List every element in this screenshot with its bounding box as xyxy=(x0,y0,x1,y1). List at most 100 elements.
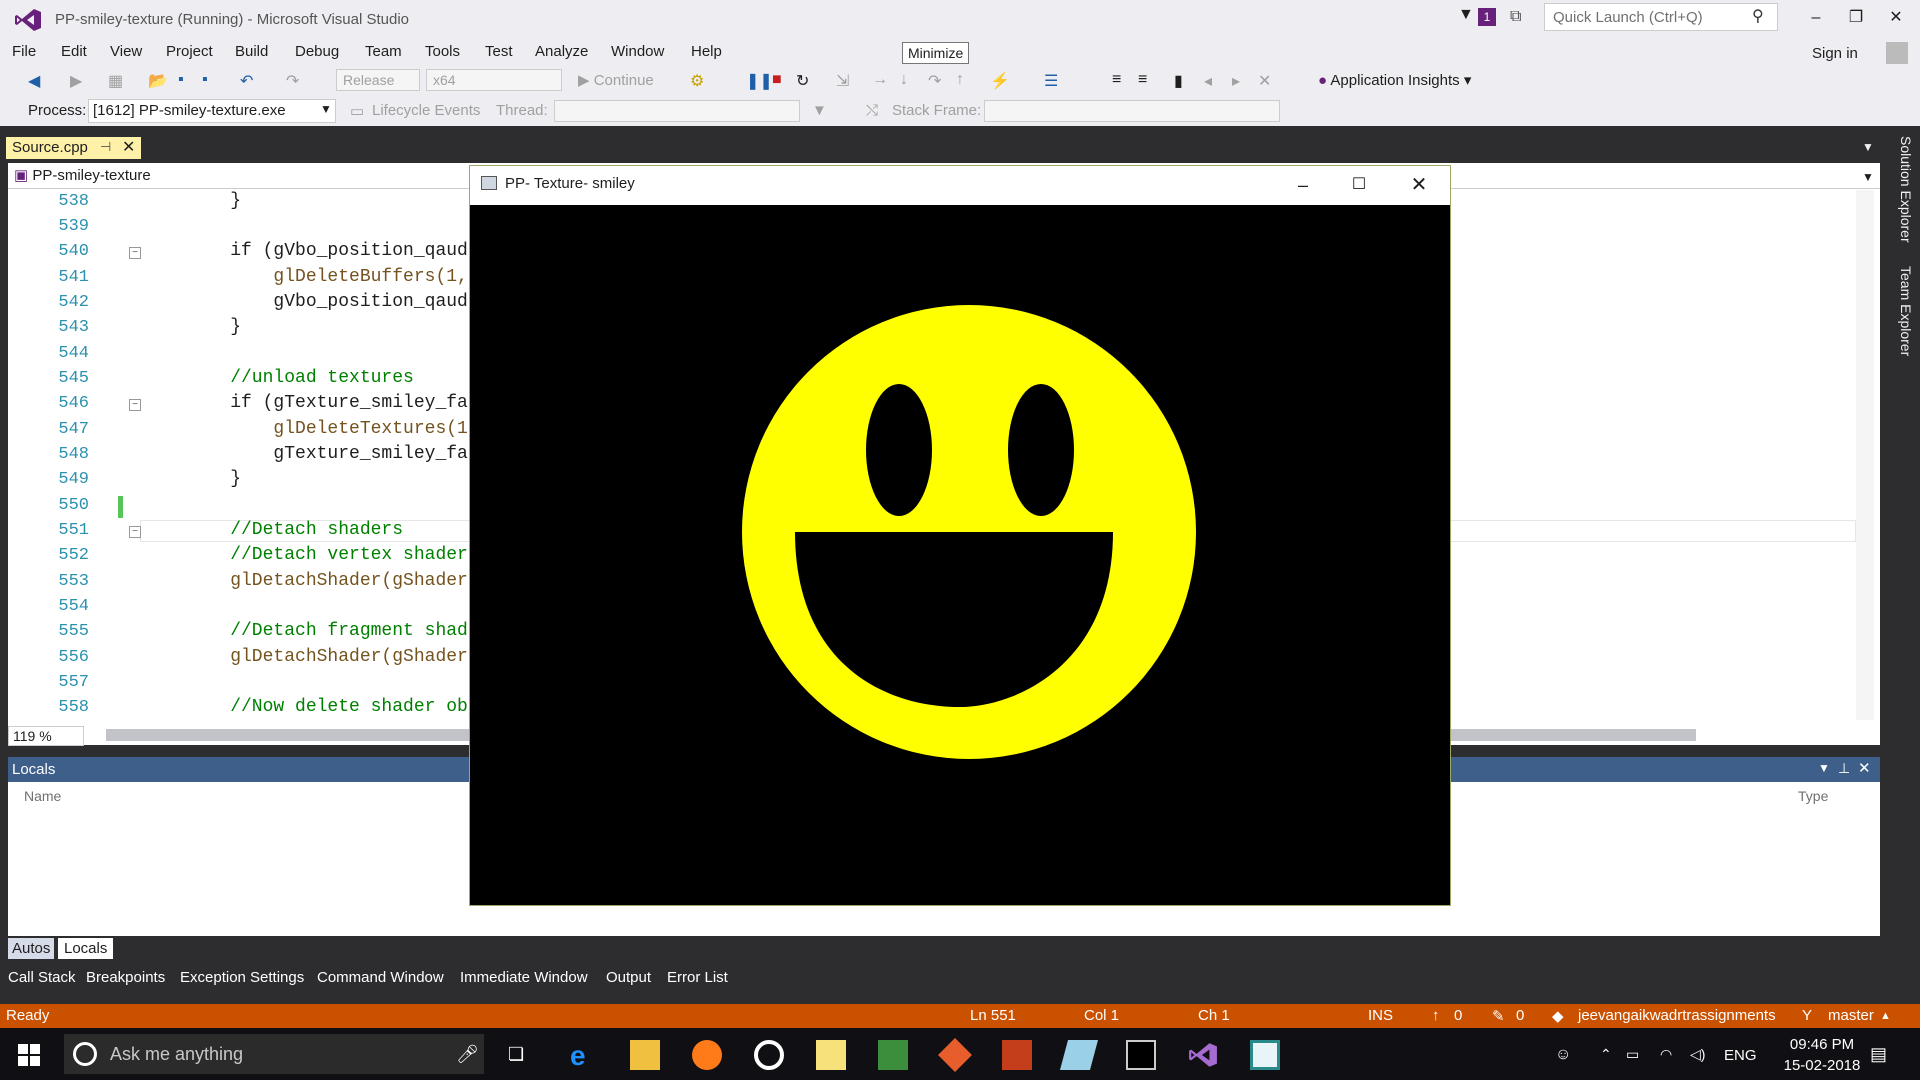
firefox-icon[interactable] xyxy=(692,1040,722,1070)
restart-icon[interactable]: ↻ xyxy=(796,71,809,91)
sign-in-link[interactable]: Sign in xyxy=(1812,45,1858,62)
navigate-back-icon[interactable]: ◀ xyxy=(28,71,40,91)
open-file-icon[interactable]: 📂 xyxy=(148,71,168,91)
opengl-close-button[interactable]: ✕ xyxy=(1396,170,1442,200)
opengl-maximize-button[interactable]: ☐ xyxy=(1338,170,1380,200)
step-over-icon[interactable]: ↓ xyxy=(900,71,908,89)
sticky-notes-icon[interactable] xyxy=(816,1040,846,1070)
action-center-icon[interactable]: ▤ xyxy=(1870,1044,1887,1065)
break-all-icon[interactable]: ❚❚ xyxy=(746,71,773,91)
menu-project[interactable]: Project xyxy=(166,43,213,60)
pin-icon[interactable]: ⊥ xyxy=(1838,760,1850,777)
team-explorer-tab[interactable]: Team Explorer xyxy=(1888,266,1914,356)
opengl-canvas[interactable] xyxy=(470,205,1450,905)
wifi-icon[interactable]: ◠ xyxy=(1660,1046,1672,1063)
pushes-count[interactable]: 0 xyxy=(1454,1007,1462,1024)
microphone-icon[interactable]: 🎤︎ xyxy=(456,1044,479,1065)
step-into-icon[interactable]: → xyxy=(872,71,888,89)
repository-name[interactable]: jeevangaikwadrtrassignments xyxy=(1578,1007,1776,1024)
stack-frame-select[interactable] xyxy=(984,100,1280,122)
stop-debugging-icon[interactable]: ■ xyxy=(772,71,782,89)
project-dropdown[interactable]: ▣ PP-smiley-texture xyxy=(14,166,151,184)
indent-icon[interactable]: ≡ xyxy=(1112,71,1121,89)
tab-output[interactable]: Output xyxy=(606,969,651,986)
column-header-name[interactable]: Name xyxy=(24,788,61,804)
edge-icon[interactable]: e xyxy=(570,1040,600,1071)
tab-call-stack[interactable]: Call Stack xyxy=(8,969,76,986)
battery-icon[interactable]: ▭ xyxy=(1626,1046,1639,1063)
solution-platform-select[interactable]: x64 xyxy=(426,69,562,91)
pencil-icon[interactable]: ✎ xyxy=(1492,1007,1505,1025)
save-icon[interactable]: ▪ xyxy=(178,71,184,89)
opengl-minimize-button[interactable]: – xyxy=(1282,170,1324,200)
close-button[interactable]: ✕ xyxy=(1876,4,1916,32)
continue-button[interactable]: ▶ Continue xyxy=(578,71,654,89)
tab-command-window[interactable]: Command Window xyxy=(317,969,444,986)
show-hidden-icons-icon[interactable]: ⌃ xyxy=(1600,1046,1612,1063)
new-project-icon[interactable]: ▦ xyxy=(108,71,123,91)
tab-exception-settings[interactable]: Exception Settings xyxy=(180,969,304,986)
menu-file[interactable]: File xyxy=(12,43,36,60)
chevron-down-icon[interactable]: ▼ xyxy=(1862,170,1874,184)
zoom-select[interactable]: 119 % xyxy=(8,726,84,746)
prev-bookmark-icon[interactable]: ◂ xyxy=(1204,71,1212,91)
solution-configuration-select[interactable]: Release xyxy=(336,69,420,91)
collapse-icon[interactable]: − xyxy=(129,247,141,259)
close-icon[interactable]: ✕ xyxy=(1858,759,1871,777)
media-player-icon[interactable] xyxy=(754,1040,784,1070)
outdent-icon[interactable]: ≡ xyxy=(1138,71,1147,89)
people-icon[interactable]: ☺ xyxy=(1555,1046,1571,1064)
restore-button[interactable]: ❐ xyxy=(1836,4,1876,32)
task-view-icon[interactable]: ❏ xyxy=(508,1044,524,1065)
branch-icon[interactable]: Y xyxy=(1802,1007,1812,1024)
comment-icon[interactable]: ☰ xyxy=(1044,71,1058,91)
collapse-icon[interactable]: − xyxy=(129,399,141,411)
tab-breakpoints[interactable]: Breakpoints xyxy=(86,969,165,986)
menu-view[interactable]: View xyxy=(110,43,142,60)
tab-locals[interactable]: Locals xyxy=(58,938,114,959)
hot-reload-icon[interactable]: ⚡ xyxy=(990,71,1010,91)
tab-immediate-window[interactable]: Immediate Window xyxy=(460,969,588,986)
undo-icon[interactable]: ↶ xyxy=(240,71,253,91)
volume-icon[interactable]: ◁) xyxy=(1690,1046,1705,1063)
step-up-icon[interactable]: ↑ xyxy=(956,71,964,89)
pushes-icon[interactable]: ↑ xyxy=(1432,1007,1440,1024)
menu-analyze[interactable]: Analyze xyxy=(535,43,588,60)
show-next-statement-icon[interactable]: ⇲ xyxy=(836,71,849,91)
application-insights-button[interactable]: ● Application Insights ▾ xyxy=(1318,71,1471,89)
menu-window[interactable]: Window xyxy=(611,43,664,60)
next-bookmark-icon[interactable]: ▸ xyxy=(1232,71,1240,91)
clear-bookmarks-icon[interactable]: ✕ xyxy=(1258,71,1271,91)
chevron-down-icon[interactable]: ▼ xyxy=(320,102,332,116)
feedback-icon[interactable]: ⧉ xyxy=(1510,8,1521,26)
chevron-down-icon[interactable]: ▼ xyxy=(1818,761,1830,775)
bookmark-icon[interactable]: ▮ xyxy=(1174,71,1183,91)
redo-icon[interactable]: ↷ xyxy=(286,71,299,91)
thread-select[interactable] xyxy=(554,100,800,122)
chart-app-icon[interactable] xyxy=(878,1040,908,1070)
chevron-down-icon[interactable]: ▼ xyxy=(1862,140,1874,154)
file-explorer-icon[interactable] xyxy=(630,1040,660,1070)
pin-icon[interactable]: ⊣ xyxy=(100,139,111,155)
powerpoint-icon[interactable] xyxy=(1002,1040,1032,1070)
command-prompt-icon[interactable] xyxy=(1126,1040,1156,1070)
menu-build[interactable]: Build xyxy=(235,43,268,60)
filter-icon[interactable]: ▼ xyxy=(812,102,827,119)
menu-tools[interactable]: Tools xyxy=(425,43,460,60)
step-out-icon[interactable]: ↷ xyxy=(928,71,941,91)
language-indicator[interactable]: ENG xyxy=(1724,1047,1757,1064)
editor-vertical-scrollbar[interactable] xyxy=(1856,190,1874,720)
repository-icon[interactable]: ◆ xyxy=(1552,1007,1564,1025)
navigate-forward-icon[interactable]: ▶ xyxy=(70,71,82,91)
search-icon[interactable]: ⚲ xyxy=(1752,6,1764,26)
branch-name[interactable]: master xyxy=(1828,1007,1874,1024)
taskbar-search-input[interactable]: Ask me anything xyxy=(110,1044,243,1065)
menu-edit[interactable]: Edit xyxy=(61,43,87,60)
visual-studio-taskbar-icon[interactable] xyxy=(1188,1040,1218,1070)
menu-help[interactable]: Help xyxy=(691,43,722,60)
menu-debug[interactable]: Debug xyxy=(295,43,339,60)
tab-autos[interactable]: Autos xyxy=(8,938,55,959)
close-icon[interactable]: ✕ xyxy=(122,137,135,157)
lifecycle-events-button[interactable]: Lifecycle Events xyxy=(372,102,480,119)
opengl-app-taskbar-icon[interactable] xyxy=(1250,1040,1280,1070)
